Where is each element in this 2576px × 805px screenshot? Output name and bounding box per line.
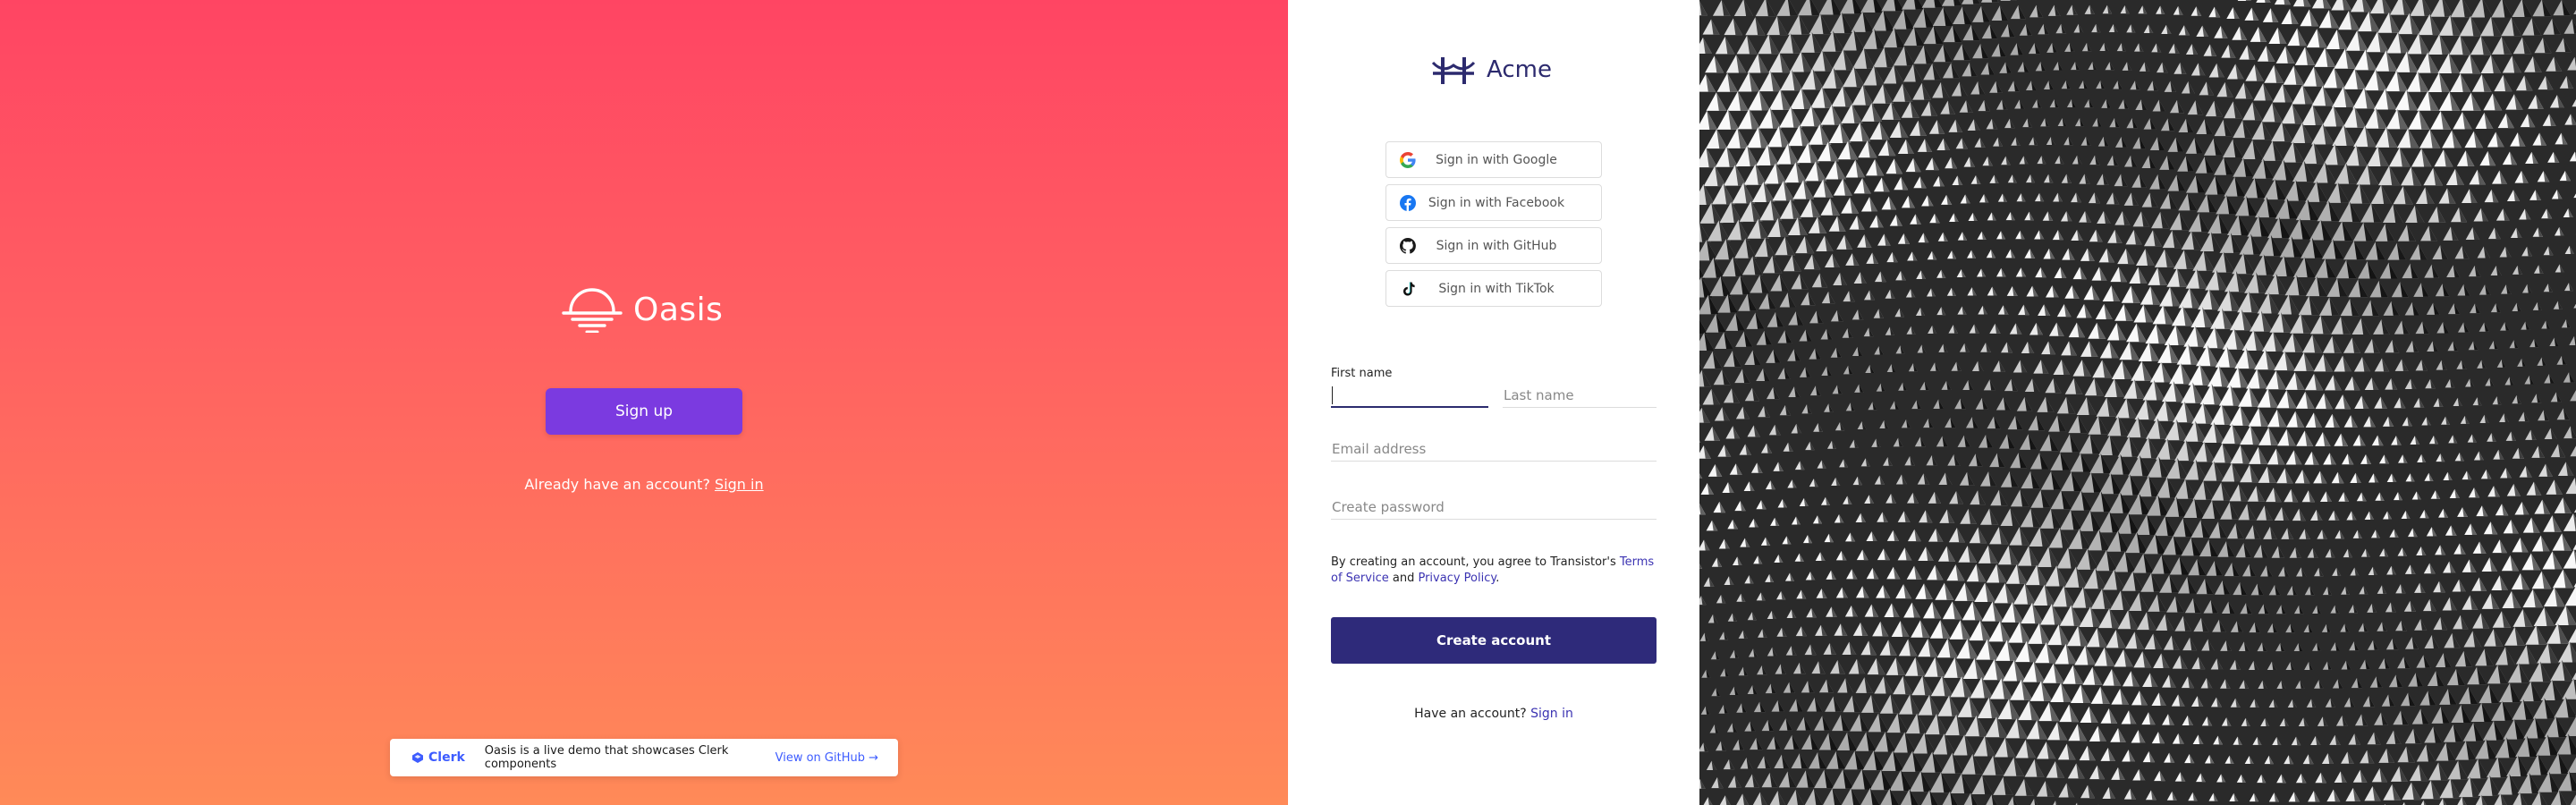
clerk-brand: Clerk (411, 750, 465, 765)
signin-prompt-text: Already have an account? (524, 476, 710, 493)
first-name-label: First name (1331, 367, 1393, 380)
sunset-logo-icon (562, 288, 623, 333)
email-field-group (1331, 436, 1657, 462)
facebook-button-label: Sign in with Facebook (1428, 195, 1565, 210)
sign-in-with-google-button[interactable]: Sign in with Google (1385, 141, 1602, 178)
first-name-input[interactable] (1331, 383, 1488, 408)
sign-up-button[interactable]: Sign up (546, 388, 742, 435)
text-cursor (1332, 386, 1333, 404)
clerk-name: Clerk (428, 750, 465, 765)
terms-prefix: By creating an account, you agree to Tra… (1331, 555, 1616, 569)
signin-prompt-row: Already have an account? Sign in (429, 476, 859, 493)
oasis-panel: Oasis Sign up Already have an account? S… (0, 0, 1288, 805)
oasis-brand-name: Oasis (633, 291, 724, 328)
clerk-logo-icon (412, 752, 423, 763)
architecture-photo (1699, 0, 2576, 805)
bridge-logo-icon (1431, 57, 1476, 84)
last-name-group (1503, 365, 1657, 408)
view-on-github-link[interactable]: View on GitHub → (775, 751, 878, 765)
terms-notice: By creating an account, you agree to Tra… (1331, 555, 1657, 587)
github-icon (1399, 237, 1416, 254)
acme-signup-panel: Acme Sign in with Google Sign in with Fa… (1288, 0, 1699, 805)
last-name-input[interactable] (1503, 383, 1657, 408)
name-fields-row: First name (1331, 365, 1657, 408)
sign-in-with-facebook-button[interactable]: Sign in with Facebook (1385, 184, 1602, 221)
google-icon (1400, 151, 1416, 168)
facade-pattern-image (1699, 0, 2576, 805)
tiktok-button-label: Sign in with TikTok (1438, 281, 1555, 296)
tiktok-icon (1403, 282, 1415, 295)
facebook-icon (1400, 194, 1416, 211)
terms-and: and (1392, 572, 1415, 585)
oasis-logo: Oasis (562, 284, 732, 335)
demo-banner: Clerk Oasis is a live demo that showcase… (390, 739, 898, 776)
password-field-group (1331, 495, 1657, 520)
sign-in-with-tiktok-button[interactable]: Sign in with TikTok (1385, 270, 1602, 307)
privacy-policy-link[interactable]: Privacy Policy (1418, 572, 1496, 585)
acme-logo: Acme (1431, 54, 1552, 86)
sign-in-with-github-button[interactable]: Sign in with GitHub (1385, 227, 1602, 264)
acme-sign-in-link[interactable]: Sign in (1530, 707, 1573, 721)
password-input[interactable] (1331, 495, 1657, 520)
first-name-group: First name (1331, 365, 1488, 408)
sign-in-link[interactable]: Sign in (715, 476, 764, 493)
google-button-label: Sign in with Google (1436, 152, 1557, 167)
email-input[interactable] (1331, 436, 1657, 462)
create-account-button[interactable]: Create account (1331, 617, 1657, 664)
have-account-row: Have an account? Sign in (1331, 707, 1657, 721)
have-account-text: Have an account? (1414, 707, 1527, 721)
social-sign-in-list: Sign in with Google Sign in with Faceboo… (1385, 141, 1602, 313)
banner-text: Oasis is a live demo that showcases Cler… (484, 744, 729, 771)
github-button-label: Sign in with GitHub (1436, 238, 1557, 253)
acme-brand-name: Acme (1487, 56, 1552, 83)
terms-suffix: . (1496, 572, 1500, 585)
